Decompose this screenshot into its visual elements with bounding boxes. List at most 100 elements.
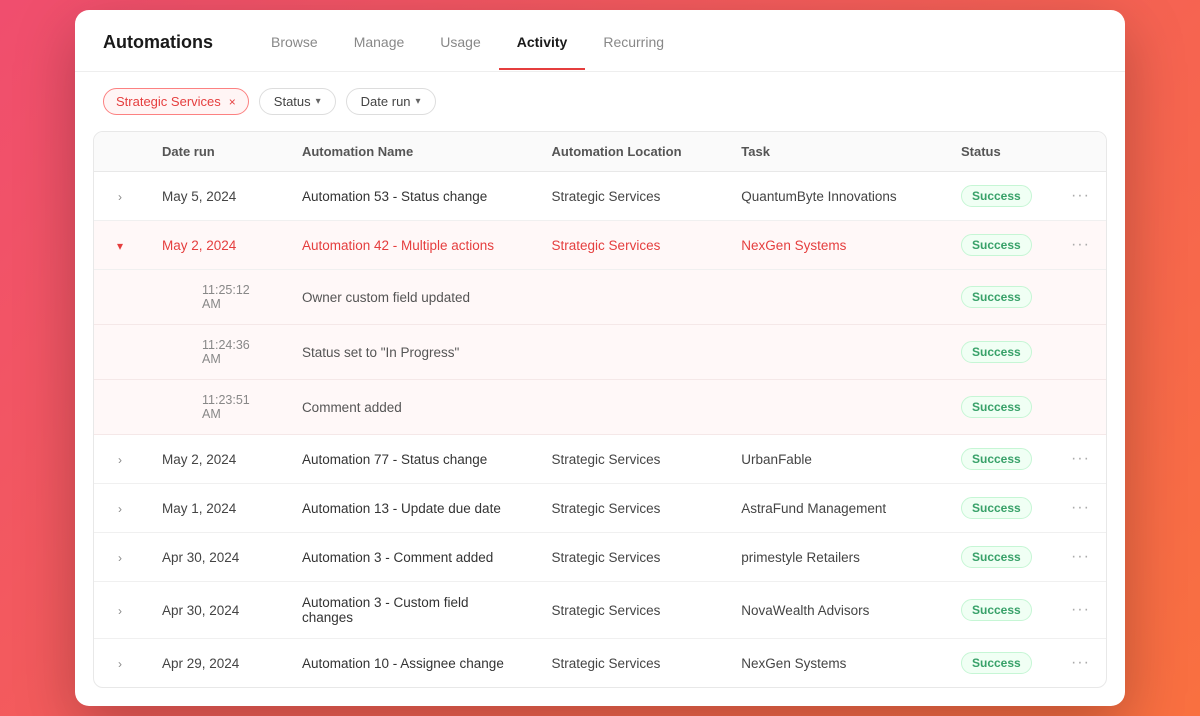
row-date: May 1, 2024 bbox=[146, 484, 286, 533]
sub-row-location bbox=[536, 380, 726, 435]
collapse-icon[interactable]: ▾ bbox=[110, 239, 130, 253]
sub-row-more bbox=[1055, 380, 1106, 435]
sub-row-location bbox=[536, 325, 726, 380]
sub-row-task bbox=[725, 380, 945, 435]
row-location: Strategic Services bbox=[536, 221, 726, 270]
tab-manage[interactable]: Manage bbox=[336, 34, 423, 70]
row-status: Success bbox=[945, 484, 1055, 533]
tab-usage[interactable]: Usage bbox=[422, 34, 498, 70]
sub-status-badge: Success bbox=[961, 341, 1032, 363]
row-more-cell[interactable]: ··· bbox=[1055, 221, 1106, 270]
sub-row: 11:23:51 AM Comment added Success bbox=[94, 380, 1106, 435]
sub-status-badge: Success bbox=[961, 286, 1032, 308]
row-automation-name: Automation 53 - Status change bbox=[286, 172, 536, 221]
row-toggle-cell[interactable]: › bbox=[94, 639, 146, 688]
expand-icon[interactable]: › bbox=[110, 453, 130, 467]
more-icon[interactable]: ··· bbox=[1071, 499, 1090, 516]
row-more-cell[interactable]: ··· bbox=[1055, 533, 1106, 582]
filter-status-button[interactable]: Status ▾ bbox=[259, 88, 336, 115]
more-icon[interactable]: ··· bbox=[1071, 548, 1090, 565]
row-date: May 2, 2024 bbox=[146, 435, 286, 484]
expand-icon[interactable]: › bbox=[110, 190, 130, 204]
table-row: › Apr 30, 2024 Automation 3 - Custom fie… bbox=[94, 582, 1106, 639]
row-more-cell[interactable]: ··· bbox=[1055, 582, 1106, 639]
row-date: Apr 30, 2024 bbox=[146, 533, 286, 582]
row-more-cell[interactable]: ··· bbox=[1055, 172, 1106, 221]
row-date: Apr 29, 2024 bbox=[146, 639, 286, 688]
row-toggle-cell[interactable]: › bbox=[94, 484, 146, 533]
col-header-task: Task bbox=[725, 132, 945, 172]
row-date: May 2, 2024 bbox=[146, 221, 286, 270]
row-more-cell[interactable]: ··· bbox=[1055, 435, 1106, 484]
row-task: UrbanFable bbox=[725, 435, 945, 484]
sub-row-time: 11:24:36 AM bbox=[146, 325, 286, 380]
col-header-toggle bbox=[94, 132, 146, 172]
status-badge: Success bbox=[961, 448, 1032, 470]
row-task: NovaWealth Advisors bbox=[725, 582, 945, 639]
filter-chip-remove-icon[interactable]: × bbox=[229, 95, 236, 109]
row-automation-name: Automation 3 - Comment added bbox=[286, 533, 536, 582]
expand-icon[interactable]: › bbox=[110, 604, 130, 618]
row-location: Strategic Services bbox=[536, 639, 726, 688]
col-header-status: Status bbox=[945, 132, 1055, 172]
status-badge: Success bbox=[961, 497, 1032, 519]
filter-chip-strategic[interactable]: Strategic Services × bbox=[103, 88, 249, 115]
status-badge: Success bbox=[961, 652, 1032, 674]
status-badge: Success bbox=[961, 599, 1032, 621]
tab-activity[interactable]: Activity bbox=[499, 34, 586, 70]
row-status: Success bbox=[945, 639, 1055, 688]
sub-row-more bbox=[1055, 270, 1106, 325]
row-more-cell[interactable]: ··· bbox=[1055, 484, 1106, 533]
row-date: Apr 30, 2024 bbox=[146, 582, 286, 639]
row-toggle-cell[interactable]: › bbox=[94, 172, 146, 221]
row-location: Strategic Services bbox=[536, 582, 726, 639]
table-row: › Apr 29, 2024 Automation 10 - Assignee … bbox=[94, 639, 1106, 688]
sub-row-task bbox=[725, 270, 945, 325]
filter-bar: Strategic Services × Status ▾ Date run ▾ bbox=[75, 72, 1125, 131]
sub-row-action: Status set to "In Progress" bbox=[286, 325, 536, 380]
row-task: QuantumByte Innovations bbox=[725, 172, 945, 221]
filter-daterun-label: Date run bbox=[361, 94, 411, 109]
main-window: Automations Browse Manage Usage Activity… bbox=[75, 10, 1125, 706]
row-task: NexGen Systems bbox=[725, 221, 945, 270]
more-icon[interactable]: ··· bbox=[1071, 187, 1090, 204]
sub-row-action: Comment added bbox=[286, 380, 536, 435]
row-more-cell[interactable]: ··· bbox=[1055, 639, 1106, 688]
expand-icon[interactable]: › bbox=[110, 502, 130, 516]
row-status: Success bbox=[945, 221, 1055, 270]
expand-icon[interactable]: › bbox=[110, 657, 130, 671]
status-badge: Success bbox=[961, 234, 1032, 256]
row-status: Success bbox=[945, 172, 1055, 221]
more-icon[interactable]: ··· bbox=[1071, 450, 1090, 467]
row-task: primestyle Retailers bbox=[725, 533, 945, 582]
app-title: Automations bbox=[103, 32, 213, 71]
more-icon[interactable]: ··· bbox=[1071, 236, 1090, 253]
row-automation-name: Automation 42 - Multiple actions bbox=[286, 221, 536, 270]
row-status: Success bbox=[945, 435, 1055, 484]
row-automation-name: Automation 3 - Custom field changes bbox=[286, 582, 536, 639]
row-location: Strategic Services bbox=[536, 484, 726, 533]
sub-row-toggle bbox=[94, 270, 146, 325]
row-toggle-cell[interactable]: › bbox=[94, 533, 146, 582]
table-row: ▾ May 2, 2024 Automation 42 - Multiple a… bbox=[94, 221, 1106, 270]
sub-row-task bbox=[725, 325, 945, 380]
sub-row-action: Owner custom field updated bbox=[286, 270, 536, 325]
row-automation-name: Automation 10 - Assignee change bbox=[286, 639, 536, 688]
daterun-chevron-icon: ▾ bbox=[416, 96, 421, 107]
tab-recurring[interactable]: Recurring bbox=[585, 34, 682, 70]
row-toggle-cell[interactable]: › bbox=[94, 582, 146, 639]
status-badge: Success bbox=[961, 185, 1032, 207]
sub-row-status: Success bbox=[945, 270, 1055, 325]
status-chevron-icon: ▾ bbox=[316, 96, 321, 107]
sub-row-status: Success bbox=[945, 325, 1055, 380]
filter-daterun-button[interactable]: Date run ▾ bbox=[346, 88, 436, 115]
row-task: NexGen Systems bbox=[725, 639, 945, 688]
col-header-date: Date run bbox=[146, 132, 286, 172]
more-icon[interactable]: ··· bbox=[1071, 654, 1090, 671]
sub-row-status: Success bbox=[945, 380, 1055, 435]
expand-icon[interactable]: › bbox=[110, 551, 130, 565]
tab-browse[interactable]: Browse bbox=[253, 34, 336, 70]
row-toggle-cell[interactable]: › bbox=[94, 435, 146, 484]
more-icon[interactable]: ··· bbox=[1071, 601, 1090, 618]
row-toggle-cell[interactable]: ▾ bbox=[94, 221, 146, 270]
